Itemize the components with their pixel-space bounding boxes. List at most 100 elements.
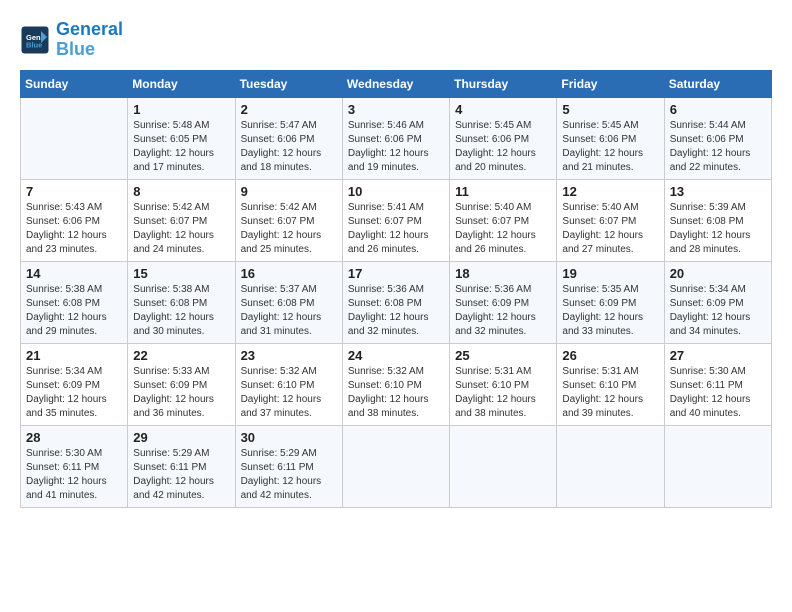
calendar-cell <box>450 425 557 507</box>
day-number: 23 <box>241 348 337 363</box>
day-number: 16 <box>241 266 337 281</box>
calendar-cell: 15 Sunrise: 5:38 AMSunset: 6:08 PMDayligh… <box>128 261 235 343</box>
calendar-cell: 10 Sunrise: 5:41 AMSunset: 6:07 PMDayligh… <box>342 179 449 261</box>
calendar-cell: 4 Sunrise: 5:45 AMSunset: 6:06 PMDaylight… <box>450 97 557 179</box>
calendar-cell: 19Sunrise: 5:35 AMSunset: 6:09 PMDayligh… <box>557 261 664 343</box>
day-info: Sunrise: 5:38 AMSunset: 6:08 PMDaylight:… <box>26 283 122 339</box>
calendar-cell: 25 Sunrise: 5:31 AMSunset: 6:10 PMDayligh… <box>450 343 557 425</box>
day-number: 6 <box>670 102 766 117</box>
calendar-cell: 1 Sunrise: 5:48 AMSunset: 6:05 PMDaylight… <box>128 97 235 179</box>
calendar-cell: 8 Sunrise: 5:42 AMSunset: 6:07 PMDaylight… <box>128 179 235 261</box>
day-info: Sunrise: 5:38 AMSunset: 6:08 PMDaylight:… <box>133 283 229 339</box>
calendar-cell: 5 Sunrise: 5:45 AMSunset: 6:06 PMDaylight… <box>557 97 664 179</box>
day-number: 24 <box>348 348 444 363</box>
day-info: Sunrise: 5:45 AMSunset: 6:06 PMDaylight:… <box>562 119 658 175</box>
calendar-cell: 17 Sunrise: 5:36 AMSunset: 6:08 PMDayligh… <box>342 261 449 343</box>
calendar-cell: 14Sunrise: 5:38 AMSunset: 6:08 PMDayligh… <box>21 261 128 343</box>
day-number: 20 <box>670 266 766 281</box>
day-info: Sunrise: 5:32 AMSunset: 6:10 PMDaylight:… <box>348 365 444 421</box>
calendar-cell: 11Sunrise: 5:40 AMSunset: 6:07 PMDayligh… <box>450 179 557 261</box>
day-number: 9 <box>241 184 337 199</box>
column-header-sunday: Sunday <box>21 70 128 97</box>
day-number: 28 <box>26 430 122 445</box>
day-info: Sunrise: 5:36 AMSunset: 6:08 PMDaylight:… <box>348 283 444 339</box>
day-info: Sunrise: 5:30 AMSunset: 6:11 PMDaylight:… <box>26 447 122 503</box>
day-info: Sunrise: 5:43 AMSunset: 6:06 PMDaylight:… <box>26 201 122 257</box>
calendar-cell <box>21 97 128 179</box>
calendar-cell: 29 Sunrise: 5:29 AMSunset: 6:11 PMDayligh… <box>128 425 235 507</box>
calendar-cell: 21 Sunrise: 5:34 AMSunset: 6:09 PMDayligh… <box>21 343 128 425</box>
day-info: Sunrise: 5:37 AMSunset: 6:08 PMDaylight:… <box>241 283 337 339</box>
calendar-cell: 24 Sunrise: 5:32 AMSunset: 6:10 PMDayligh… <box>342 343 449 425</box>
calendar-cell <box>664 425 771 507</box>
calendar-table: SundayMondayTuesdayWednesdayThursdayFrid… <box>20 70 772 508</box>
calendar-cell: 3 Sunrise: 5:46 AMSunset: 6:06 PMDaylight… <box>342 97 449 179</box>
day-number: 4 <box>455 102 551 117</box>
day-info: Sunrise: 5:34 AMSunset: 6:09 PMDaylight:… <box>26 365 122 421</box>
day-info: Sunrise: 5:42 AMSunset: 6:07 PMDaylight:… <box>133 201 229 257</box>
calendar-cell: 28 Sunrise: 5:30 AMSunset: 6:11 PMDayligh… <box>21 425 128 507</box>
day-info: Sunrise: 5:34 AMSunset: 6:09 PMDaylight:… <box>670 283 766 339</box>
day-info: Sunrise: 5:36 AMSunset: 6:09 PMDaylight:… <box>455 283 551 339</box>
day-number: 13 <box>670 184 766 199</box>
day-number: 2 <box>241 102 337 117</box>
day-number: 18 <box>455 266 551 281</box>
day-number: 29 <box>133 430 229 445</box>
day-info: Sunrise: 5:45 AMSunset: 6:06 PMDaylight:… <box>455 119 551 175</box>
column-header-thursday: Thursday <box>450 70 557 97</box>
page-header: Gen Blue GeneralBlue <box>20 20 772 60</box>
day-info: Sunrise: 5:47 AMSunset: 6:06 PMDaylight:… <box>241 119 337 175</box>
day-info: Sunrise: 5:48 AMSunset: 6:05 PMDaylight:… <box>133 119 229 175</box>
day-info: Sunrise: 5:39 AMSunset: 6:08 PMDaylight:… <box>670 201 766 257</box>
day-number: 1 <box>133 102 229 117</box>
column-header-friday: Friday <box>557 70 664 97</box>
calendar-cell: 12 Sunrise: 5:40 AMSunset: 6:07 PMDayligh… <box>557 179 664 261</box>
calendar-cell: 27 Sunrise: 5:30 AMSunset: 6:11 PMDayligh… <box>664 343 771 425</box>
day-number: 17 <box>348 266 444 281</box>
logo-text: GeneralBlue <box>56 20 123 60</box>
logo: Gen Blue GeneralBlue <box>20 20 123 60</box>
column-header-wednesday: Wednesday <box>342 70 449 97</box>
day-number: 12 <box>562 184 658 199</box>
day-info: Sunrise: 5:31 AMSunset: 6:10 PMDaylight:… <box>562 365 658 421</box>
svg-text:Blue: Blue <box>26 40 42 49</box>
day-info: Sunrise: 5:30 AMSunset: 6:11 PMDaylight:… <box>670 365 766 421</box>
column-header-tuesday: Tuesday <box>235 70 342 97</box>
day-info: Sunrise: 5:35 AMSunset: 6:09 PMDaylight:… <box>562 283 658 339</box>
day-number: 26 <box>562 348 658 363</box>
calendar-cell: 22 Sunrise: 5:33 AMSunset: 6:09 PMDayligh… <box>128 343 235 425</box>
day-number: 30 <box>241 430 337 445</box>
day-info: Sunrise: 5:44 AMSunset: 6:06 PMDaylight:… <box>670 119 766 175</box>
calendar-cell <box>557 425 664 507</box>
day-info: Sunrise: 5:29 AMSunset: 6:11 PMDaylight:… <box>241 447 337 503</box>
day-number: 10 <box>348 184 444 199</box>
day-info: Sunrise: 5:41 AMSunset: 6:07 PMDaylight:… <box>348 201 444 257</box>
day-info: Sunrise: 5:33 AMSunset: 6:09 PMDaylight:… <box>133 365 229 421</box>
day-number: 27 <box>670 348 766 363</box>
calendar-cell: 30 Sunrise: 5:29 AMSunset: 6:11 PMDayligh… <box>235 425 342 507</box>
day-info: Sunrise: 5:29 AMSunset: 6:11 PMDaylight:… <box>133 447 229 503</box>
calendar-cell: 7 Sunrise: 5:43 AMSunset: 6:06 PMDaylight… <box>21 179 128 261</box>
day-number: 15 <box>133 266 229 281</box>
day-number: 3 <box>348 102 444 117</box>
day-info: Sunrise: 5:46 AMSunset: 6:06 PMDaylight:… <box>348 119 444 175</box>
day-number: 21 <box>26 348 122 363</box>
calendar-cell <box>342 425 449 507</box>
calendar-cell: 13 Sunrise: 5:39 AMSunset: 6:08 PMDayligh… <box>664 179 771 261</box>
day-info: Sunrise: 5:31 AMSunset: 6:10 PMDaylight:… <box>455 365 551 421</box>
day-number: 22 <box>133 348 229 363</box>
column-header-monday: Monday <box>128 70 235 97</box>
day-info: Sunrise: 5:40 AMSunset: 6:07 PMDaylight:… <box>455 201 551 257</box>
logo-icon: Gen Blue <box>20 25 50 55</box>
day-number: 25 <box>455 348 551 363</box>
day-number: 8 <box>133 184 229 199</box>
calendar-cell: 23Sunrise: 5:32 AMSunset: 6:10 PMDayligh… <box>235 343 342 425</box>
calendar-cell: 20 Sunrise: 5:34 AMSunset: 6:09 PMDayligh… <box>664 261 771 343</box>
day-number: 5 <box>562 102 658 117</box>
day-number: 7 <box>26 184 122 199</box>
column-header-saturday: Saturday <box>664 70 771 97</box>
calendar-cell: 18 Sunrise: 5:36 AMSunset: 6:09 PMDayligh… <box>450 261 557 343</box>
calendar-cell: 2 Sunrise: 5:47 AMSunset: 6:06 PMDaylight… <box>235 97 342 179</box>
day-info: Sunrise: 5:40 AMSunset: 6:07 PMDaylight:… <box>562 201 658 257</box>
calendar-cell: 16 Sunrise: 5:37 AMSunset: 6:08 PMDayligh… <box>235 261 342 343</box>
